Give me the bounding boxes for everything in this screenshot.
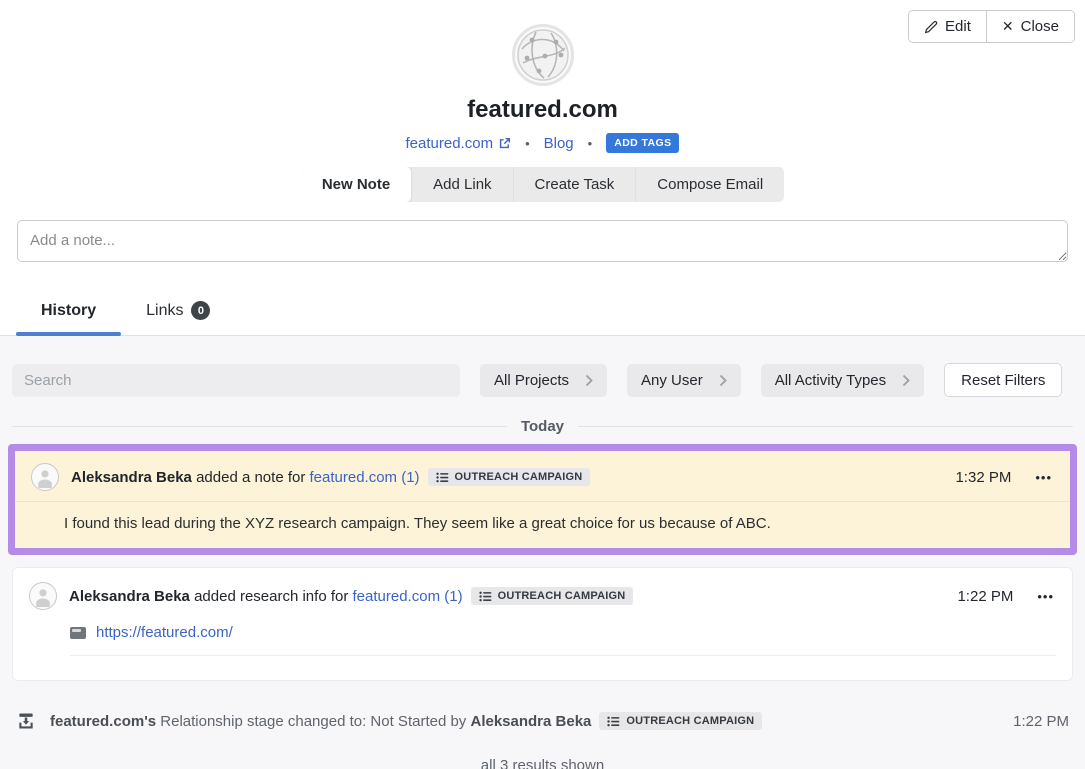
close-button-label: Close <box>1021 18 1059 35</box>
campaign-tag-label: OUTREACH CAMPAIGN <box>455 471 583 483</box>
activity-entry-note[interactable]: Aleksandra Beka added a note for feature… <box>8 444 1077 555</box>
edit-close-button-group: Edit ✕ Close <box>908 10 1075 43</box>
chevron-right-icon <box>585 374 593 387</box>
actor-name: Aleksandra Beka <box>71 469 192 486</box>
page-title: featured.com <box>467 96 618 124</box>
entry-header: Aleksandra Beka added research info for … <box>13 568 1072 616</box>
section-tabs: History Links 0 <box>0 291 1085 336</box>
company-avatar <box>512 24 574 86</box>
globe-icon <box>515 27 571 83</box>
list-icon <box>479 591 492 602</box>
list-icon <box>436 472 449 483</box>
entry-summary: Aleksandra Beka added a note for feature… <box>71 468 590 486</box>
activity-entry-stage-change: featured.com's Relationship stage change… <box>16 711 1069 731</box>
separator-line <box>12 426 507 427</box>
target-link[interactable]: featured.com (1) <box>353 588 463 605</box>
blog-link[interactable]: Blog <box>544 135 574 152</box>
note-body-text: I found this lead during the XYZ researc… <box>15 501 1070 548</box>
entry-time: 1:22 PM <box>957 588 1013 605</box>
action-text: added a note for <box>192 469 310 486</box>
note-composer <box>17 220 1068 267</box>
campaign-tag-label: OUTREACH CAMPAIGN <box>498 590 626 602</box>
action-tabs: New Note Add Link Create Task Compose Em… <box>301 167 784 202</box>
date-separator: Today <box>12 418 1073 435</box>
history-section: All Projects Any User All Activity Types… <box>0 336 1085 769</box>
window-actions: Edit ✕ Close <box>908 10 1075 43</box>
close-icon: ✕ <box>1002 18 1014 35</box>
external-link-icon <box>498 137 511 150</box>
date-separator-label: Today <box>521 418 564 435</box>
subject-name: featured.com's <box>50 713 156 730</box>
tab-history[interactable]: History <box>16 291 121 335</box>
entry-summary: featured.com's Relationship stage change… <box>50 712 762 730</box>
webpage-icon <box>70 627 86 639</box>
campaign-tag-label: OUTREACH CAMPAIGN <box>626 715 754 727</box>
entry-meta: 1:22 PM ••• <box>957 587 1056 606</box>
campaign-tag-badge[interactable]: OUTREACH CAMPAIGN <box>428 468 591 486</box>
website-link[interactable]: featured.com <box>406 135 512 152</box>
entry-time: 1:22 PM <box>1013 713 1069 730</box>
activity-type-filter-dropdown[interactable]: All Activity Types <box>761 364 924 397</box>
projects-filter-label: All Projects <box>494 372 569 389</box>
dot-separator: • <box>525 136 530 151</box>
reset-filters-button[interactable]: Reset Filters <box>944 363 1062 397</box>
profile-links-row: featured.com • Blog • ADD TAGS <box>406 133 680 153</box>
actor-name: Aleksandra Beka <box>470 713 591 730</box>
actor-name: Aleksandra Beka <box>69 588 190 605</box>
close-button[interactable]: ✕ Close <box>986 11 1074 42</box>
campaign-tag-badge[interactable]: OUTREACH CAMPAIGN <box>471 587 634 605</box>
research-url-link[interactable]: https://featured.com/ <box>96 624 233 641</box>
separator-line <box>578 426 1073 427</box>
inbox-icon <box>16 711 36 731</box>
note-input[interactable] <box>17 220 1068 262</box>
target-link[interactable]: featured.com (1) <box>310 469 420 486</box>
entry-meta: 1:32 PM ••• <box>955 468 1054 487</box>
edit-button[interactable]: Edit <box>909 11 986 42</box>
edit-button-label: Edit <box>945 18 971 35</box>
more-menu-button[interactable]: ••• <box>1035 587 1056 606</box>
projects-filter-dropdown[interactable]: All Projects <box>480 364 607 397</box>
entry-time: 1:32 PM <box>955 469 1011 486</box>
user-filter-label: Any User <box>641 372 703 389</box>
search-input[interactable] <box>12 364 460 397</box>
chevron-right-icon <box>719 374 727 387</box>
dot-separator: • <box>588 136 593 151</box>
campaign-tag-badge[interactable]: OUTREACH CAMPAIGN <box>599 712 762 730</box>
tab-links-label: Links <box>146 302 183 320</box>
tab-new-note[interactable]: New Note <box>301 167 411 202</box>
tab-history-label: History <box>41 302 96 320</box>
chevron-right-icon <box>902 374 910 387</box>
action-text: Relationship stage changed to: Not Start… <box>156 713 470 730</box>
tab-compose-email[interactable]: Compose Email <box>635 167 784 202</box>
links-count-badge: 0 <box>191 301 210 320</box>
website-link-label: featured.com <box>406 135 494 152</box>
entry-header: Aleksandra Beka added a note for feature… <box>15 451 1070 501</box>
contact-detail-page: Edit ✕ Close <box>0 0 1085 769</box>
filter-bar: All Projects Any User All Activity Types… <box>12 363 1073 397</box>
action-text: added research info for <box>190 588 353 605</box>
more-menu-button[interactable]: ••• <box>1033 468 1054 487</box>
user-avatar-icon <box>29 582 57 610</box>
entry-summary: Aleksandra Beka added research info for … <box>69 587 633 605</box>
user-avatar-icon <box>31 463 59 491</box>
tab-create-task[interactable]: Create Task <box>513 167 636 202</box>
results-count-footer: all 3 results shown <box>0 757 1085 769</box>
activity-type-filter-label: All Activity Types <box>775 372 886 389</box>
tab-add-link[interactable]: Add Link <box>411 167 512 202</box>
list-icon <box>607 716 620 727</box>
activity-entry-research[interactable]: Aleksandra Beka added research info for … <box>12 567 1073 681</box>
tab-links[interactable]: Links 0 <box>121 291 235 335</box>
pencil-icon <box>924 20 938 34</box>
user-filter-dropdown[interactable]: Any User <box>627 364 741 397</box>
research-link-row: https://featured.com/ <box>70 618 1056 656</box>
add-tags-button[interactable]: ADD TAGS <box>606 133 679 153</box>
